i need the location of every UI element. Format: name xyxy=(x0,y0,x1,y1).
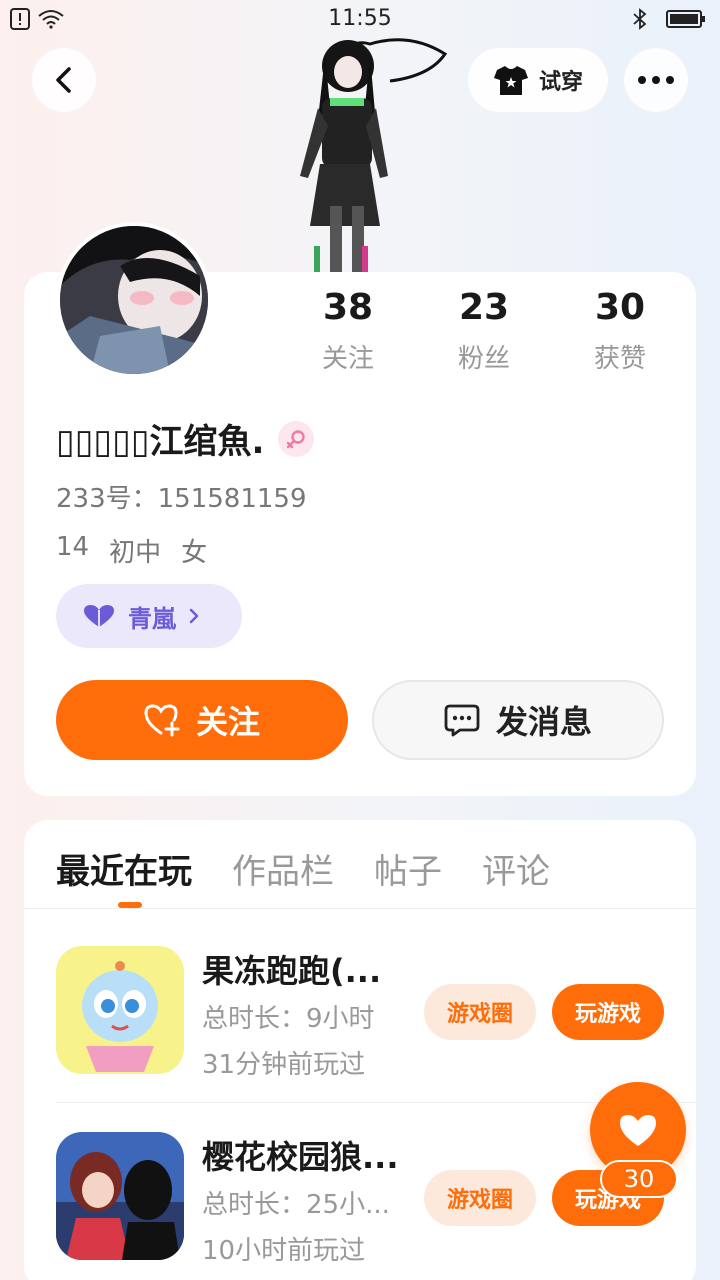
tab-works[interactable]: 作品栏 xyxy=(232,844,334,904)
game-row[interactable]: 果冻跑跑(... 总时长：9小时 31分钟前玩过 游戏圈 玩游戏 xyxy=(56,946,668,1126)
status-right xyxy=(632,8,706,30)
game-circle-button[interactable]: 游戏圈 xyxy=(424,984,536,1040)
try-on-button[interactable]: 试穿 xyxy=(468,48,608,112)
stat-following[interactable]: 38 关注 xyxy=(280,284,416,375)
message-button[interactable]: 发消息 xyxy=(372,680,664,760)
username-row: ▯▯▯▯▯江绾魚. xyxy=(56,414,315,463)
message-label: 发消息 xyxy=(495,703,592,741)
game-circle-button[interactable]: 游戏圈 xyxy=(424,1170,536,1226)
status-time: 11:55 xyxy=(328,6,392,31)
stat-likes-label: 获赞 xyxy=(593,344,646,374)
chevron-right-icon xyxy=(189,608,199,624)
user-gender: 女 xyxy=(181,538,208,568)
back-button[interactable] xyxy=(32,48,96,112)
game-title: 樱花校园狼... xyxy=(202,1138,399,1176)
try-on-label: 试穿 xyxy=(538,70,583,95)
game-title: 果冻跑跑(... xyxy=(202,952,382,990)
user-grade: 初中 xyxy=(109,538,162,568)
game-icon xyxy=(56,946,184,1074)
chat-icon xyxy=(444,704,480,737)
game-icon xyxy=(56,1132,184,1260)
guild-name: 青嵐 xyxy=(128,604,176,633)
gender-badge xyxy=(278,420,315,457)
bluetooth-icon xyxy=(633,8,647,30)
user-age: 14 xyxy=(56,532,90,562)
status-bar: 11:55 xyxy=(0,0,720,40)
more-button[interactable] xyxy=(624,48,688,112)
stat-fans[interactable]: 23 粉丝 xyxy=(416,284,552,375)
heart-icon xyxy=(84,605,114,627)
stat-fans-label: 粉丝 xyxy=(457,344,510,374)
profile-stats: 38 关注 23 粉丝 30 获赞 xyxy=(280,284,690,375)
jelly-game-image xyxy=(56,946,184,1074)
game-duration: 总时长：9小时 xyxy=(202,1004,375,1034)
sakura-game-image xyxy=(56,1132,184,1260)
avatar[interactable] xyxy=(56,222,212,378)
tab-comments[interactable]: 评论 xyxy=(482,844,550,904)
avatar-figure-image xyxy=(300,38,448,272)
like-count: 30 xyxy=(600,1160,678,1198)
game-last-played: 31分钟前玩过 xyxy=(202,1050,366,1080)
game-last-played: 10小时前玩过 xyxy=(202,1236,366,1266)
user-id: 233号：151581159 xyxy=(56,484,307,514)
username: ▯▯▯▯▯江绾魚. xyxy=(56,422,265,462)
stat-following-value: 38 xyxy=(322,287,374,328)
follow-label: 关注 xyxy=(195,703,260,741)
game-row[interactable]: 樱花校园狼... 总时长：25小... 10小时前玩过 游戏圈 玩游戏 xyxy=(56,1132,668,1280)
more-icon xyxy=(638,76,674,84)
stat-following-label: 关注 xyxy=(321,344,374,374)
guild-badge[interactable]: 青嵐 xyxy=(56,584,242,648)
heart-icon xyxy=(620,1115,656,1146)
tab-posts[interactable]: 帖子 xyxy=(374,844,442,904)
stat-likes[interactable]: 30 获赞 xyxy=(552,284,688,375)
tab-bar: 最近在玩 作品栏 帖子 评论 xyxy=(56,844,550,904)
tshirt-icon xyxy=(493,66,528,95)
back-icon xyxy=(56,67,71,93)
activity-card: 最近在玩 作品栏 帖子 评论 果冻跑跑(... 总时长：9小时 31分钟前玩过 … xyxy=(24,820,696,1280)
female-icon xyxy=(287,429,306,448)
stat-fans-value: 23 xyxy=(458,287,510,328)
battery-icon xyxy=(666,10,705,28)
tabs-divider xyxy=(24,908,696,909)
follow-button[interactable]: 关注 xyxy=(56,680,348,760)
add-heart-icon xyxy=(144,704,180,737)
game-duration: 总时长：25小... xyxy=(202,1190,390,1220)
stat-likes-value: 30 xyxy=(594,287,646,328)
user-info: 14 初中 女 xyxy=(56,532,207,569)
tab-recent-play[interactable]: 最近在玩 xyxy=(56,844,192,904)
play-game-button[interactable]: 玩游戏 xyxy=(552,984,664,1040)
avatar-image xyxy=(60,226,208,374)
